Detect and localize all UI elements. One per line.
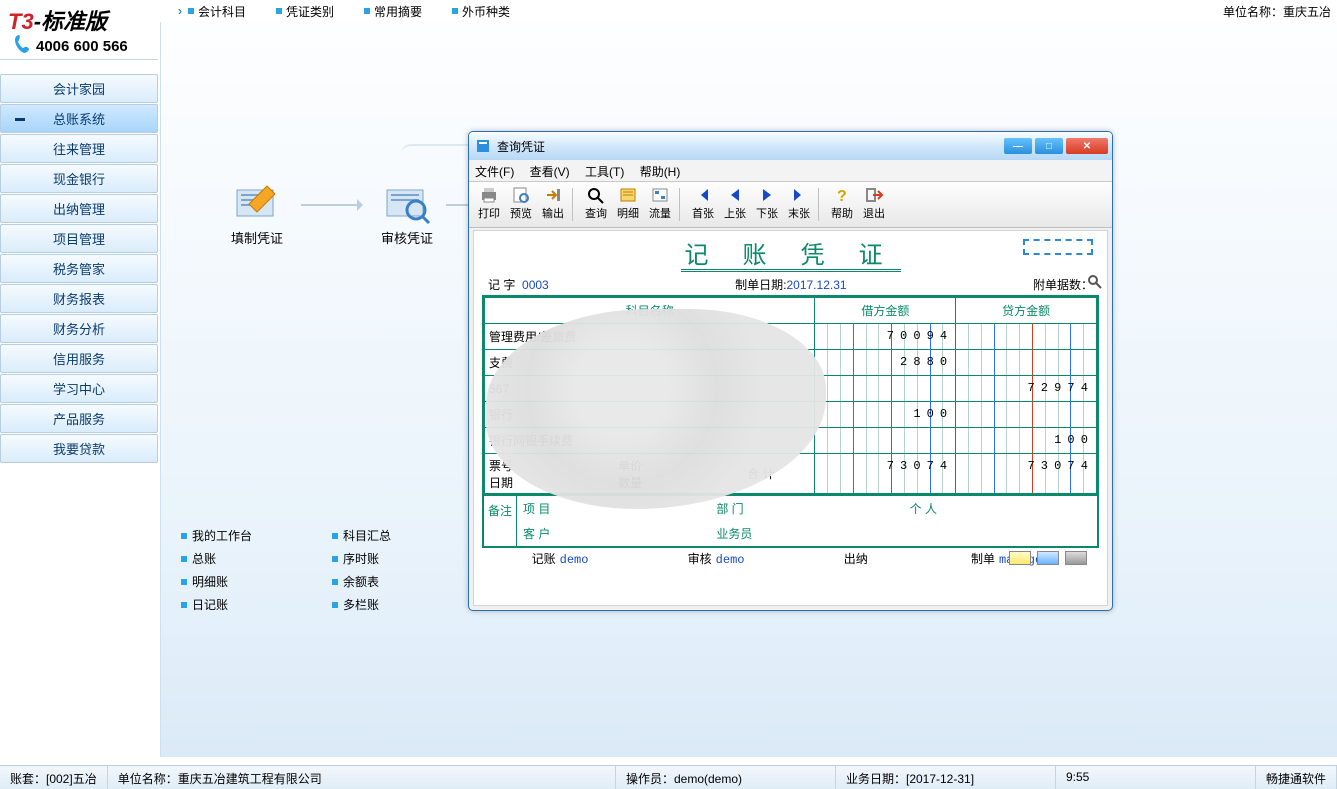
sidebar-item-learn[interactable]: 学习中心 — [0, 374, 158, 403]
sidebar-item-project[interactable]: 项目管理 — [0, 224, 158, 253]
tool-print[interactable]: 打印 — [473, 184, 505, 225]
sidebar-item-cashier[interactable]: 出纳管理 — [0, 194, 158, 223]
signatures: 记账demo 审核demo 出纳 制单manager — [482, 550, 1099, 567]
close-button[interactable]: ✕ — [1066, 138, 1108, 154]
doc-search-icon[interactable] — [1087, 274, 1103, 290]
app-icon — [475, 138, 491, 154]
menu-bar: 文件(F) 查看(V) 工具(T) 帮助(H) — [469, 160, 1112, 182]
doc-title: 记 账 凭 证 — [474, 235, 1107, 270]
minimize-button[interactable]: — — [1004, 138, 1032, 154]
exit-icon — [864, 186, 884, 204]
sidebar-item-home[interactable]: 会计家园 — [0, 74, 158, 103]
top-bar: ››› 会计科目 凭证类别 常用摘要 外币种类 单位名称：重庆五冶 — [0, 0, 1337, 22]
shortcut-journal[interactable]: 日记账 — [181, 596, 252, 613]
sidebar-item-analysis[interactable]: 财务分析 — [0, 314, 158, 343]
status-operator: 操作员：demo(demo) — [616, 766, 836, 789]
voucher-write-icon — [233, 182, 281, 224]
shortcut-workbench[interactable]: 我的工作台 — [181, 527, 252, 544]
sidebar-item-general-ledger[interactable]: 总账系统 — [0, 104, 158, 133]
flow-arrow-1 — [301, 204, 361, 206]
status-unit: 单位名称：重庆五冶建筑工程有限公司 — [108, 766, 616, 789]
tool-preview[interactable]: 预览 — [505, 184, 537, 225]
voucher-window: 查询凭证 — □ ✕ 文件(F) 查看(V) 工具(T) 帮助(H) 打印 预览… — [468, 131, 1113, 611]
shortcut-ledger[interactable]: 总账 — [181, 550, 252, 567]
sidebar-item-tax[interactable]: 税务管家 — [0, 254, 158, 283]
status-bar: 账套：[002]五冶 单位名称：重庆五冶建筑工程有限公司 操作员：demo(de… — [0, 765, 1337, 789]
top-link-account-subject[interactable]: 会计科目 — [188, 3, 246, 20]
mini-cards[interactable] — [1009, 551, 1087, 565]
shortcut-subject-summary[interactable]: 科目汇总 — [332, 527, 391, 544]
sidebar-item-product[interactable]: 产品服务 — [0, 404, 158, 433]
maximize-button[interactable]: □ — [1035, 138, 1063, 154]
tool-export[interactable]: 输出 — [537, 184, 569, 225]
help-icon: ? — [832, 186, 852, 204]
top-link-voucher-type[interactable]: 凭证类别 — [276, 3, 334, 20]
sidebar-item-credit[interactable]: 信用服务 — [0, 344, 158, 373]
status-bizdate: 业务日期：[2017-12-31] — [836, 766, 1056, 789]
first-icon — [693, 186, 713, 204]
sidebar-item-ar-ap[interactable]: 往来管理 — [0, 134, 158, 163]
shortcut-chrono[interactable]: 序时账 — [332, 550, 391, 567]
sidebar-item-reports[interactable]: 财务报表 — [0, 284, 158, 313]
prev-icon — [725, 186, 745, 204]
flow-audit-voucher[interactable]: 审核凭证 — [381, 182, 433, 247]
tool-detail[interactable]: 明细 — [612, 184, 644, 225]
tool-exit[interactable]: 退出 — [858, 184, 890, 225]
sidebar: 会计家园 总账系统 往来管理 现金银行 出纳管理 项目管理 税务管家 财务报表 … — [0, 74, 158, 464]
top-link-foreign-currency[interactable]: 外币种类 — [452, 3, 510, 20]
voucher-audit-icon — [383, 182, 431, 224]
tool-query[interactable]: 查询 — [580, 184, 612, 225]
next-icon — [757, 186, 777, 204]
shortcut-detail[interactable]: 明细账 — [181, 573, 252, 590]
menu-tool[interactable]: 工具(T) — [585, 165, 624, 179]
flow-create-voucher[interactable]: 填制凭证 — [231, 182, 283, 247]
sidebar-item-loan[interactable]: 我要贷款 — [0, 434, 158, 463]
phone-icon — [14, 34, 30, 54]
top-link-common-summary[interactable]: 常用摘要 — [364, 3, 422, 20]
status-time: 9:55 — [1056, 766, 1256, 789]
remark-block: 备注 项 目 部 门 个 人 客 户 业务员 — [482, 496, 1099, 548]
svg-text:?: ? — [837, 188, 847, 204]
shortcut-multi[interactable]: 多栏账 — [332, 596, 391, 613]
window-title-bar[interactable]: 查询凭证 — □ ✕ — [469, 132, 1112, 160]
shortcut-links: 我的工作台 总账 明细账 日记账 科目汇总 序时账 余额表 多栏账 — [181, 527, 391, 619]
print-icon — [479, 186, 499, 204]
brand-block: T3-标准版 4006 600 566 — [0, 0, 158, 60]
sidebar-item-cash-bank[interactable]: 现金银行 — [0, 164, 158, 193]
tool-flow[interactable]: 流量 — [644, 184, 676, 225]
status-book: 账套：[002]五冶 — [0, 766, 108, 789]
export-icon — [543, 186, 563, 204]
tool-next[interactable]: 下张 — [751, 184, 783, 225]
shortcut-balance[interactable]: 余额表 — [332, 573, 391, 590]
preview-icon — [511, 186, 531, 204]
tool-prev[interactable]: 上张 — [719, 184, 751, 225]
window-title: 查询凭证 — [497, 138, 545, 155]
unit-name-label: 单位名称：重庆五冶 — [1223, 3, 1337, 20]
status-vendor: 畅捷通软件 — [1256, 766, 1337, 789]
corner-dashes — [1023, 239, 1093, 255]
search-icon — [586, 186, 606, 204]
tool-help[interactable]: ?帮助 — [826, 184, 858, 225]
menu-view[interactable]: 查看(V) — [530, 165, 570, 179]
phone-number: 4006 600 566 — [0, 36, 158, 56]
toolbar: 打印 预览 输出 查询 明细 流量 首张 上张 下张 末张 ?帮助 退出 — [469, 182, 1112, 228]
detail-icon — [618, 186, 638, 204]
voucher-document: 记 账 凭 证 记 字 0003 制单日期:2017.12.31 附单据数： 科… — [473, 230, 1108, 606]
last-icon — [789, 186, 809, 204]
menu-file[interactable]: 文件(F) — [475, 165, 514, 179]
flow-icon — [650, 186, 670, 204]
menu-help[interactable]: 帮助(H) — [640, 165, 681, 179]
tool-last[interactable]: 末张 — [783, 184, 815, 225]
tool-first[interactable]: 首张 — [687, 184, 719, 225]
voucher-meta: 记 字 0003 制单日期:2017.12.31 附单据数： — [474, 270, 1107, 295]
